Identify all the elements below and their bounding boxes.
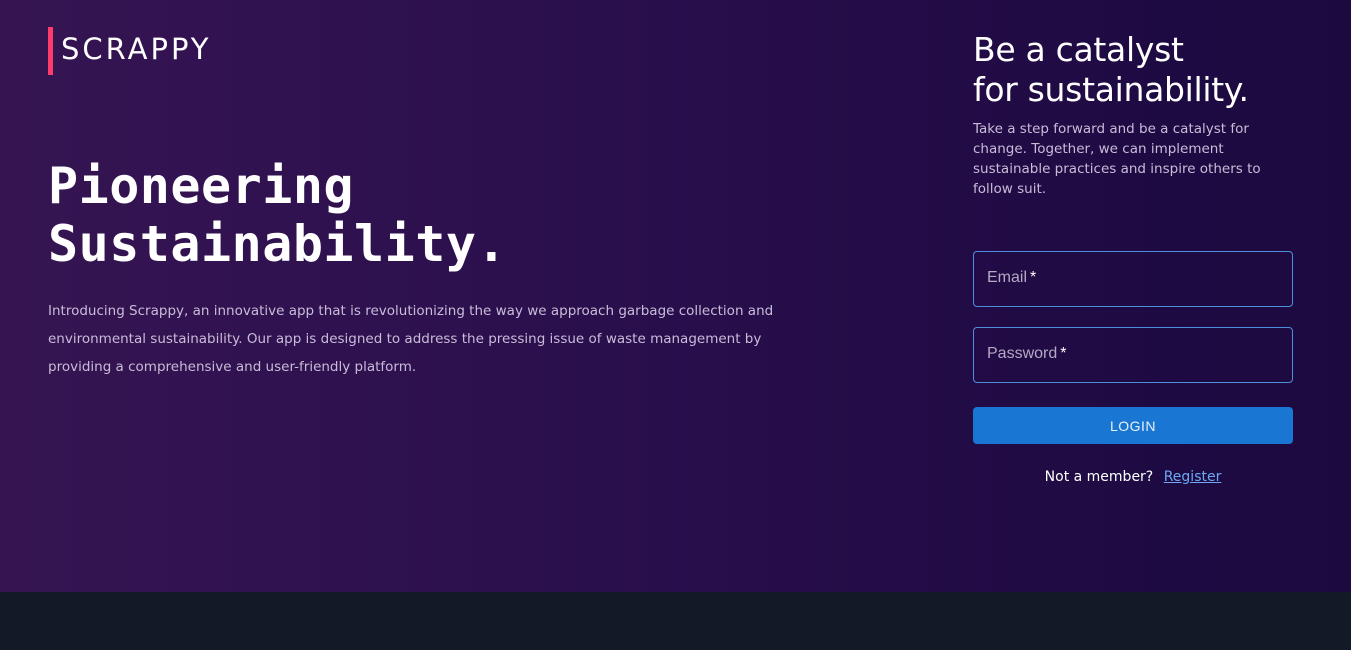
login-button[interactable]: LOGIN: [973, 407, 1293, 444]
password-input[interactable]: [974, 328, 1292, 382]
hero-intro-text: Introducing Scrappy, an innovative app t…: [48, 303, 774, 375]
email-input[interactable]: [974, 252, 1292, 306]
footer-bar: [0, 592, 1351, 650]
login-panel-title: Be a catalyst for sustainability.: [973, 30, 1293, 110]
not-member-text: Not a member?: [1044, 469, 1154, 485]
login-panel-subtitle: Take a step forward and be a catalyst fo…: [973, 121, 1261, 197]
login-panel-title-line2: for sustainability.: [973, 70, 1249, 109]
register-link[interactable]: Register: [1164, 469, 1222, 485]
login-panel-header: Be a catalyst for sustainability. Take a…: [973, 30, 1293, 199]
hero-section: SCRAPPY Pioneering Sustainability. Intro…: [0, 0, 1351, 592]
logo: SCRAPPY: [48, 27, 212, 75]
hero-headline: Pioneering Sustainability.: [48, 157, 507, 273]
register-prompt: Not a member? Register: [973, 469, 1293, 485]
login-panel-title-line1: Be a catalyst: [973, 30, 1184, 69]
logo-accent-bar: [48, 27, 53, 75]
hero-headline-line1: Pioneering: [48, 157, 355, 215]
logo-text: SCRAPPY: [61, 32, 212, 66]
email-field[interactable]: Email *: [973, 251, 1293, 307]
hero-headline-line2: Sustainability.: [48, 215, 508, 273]
password-field[interactable]: Password *: [973, 327, 1293, 383]
